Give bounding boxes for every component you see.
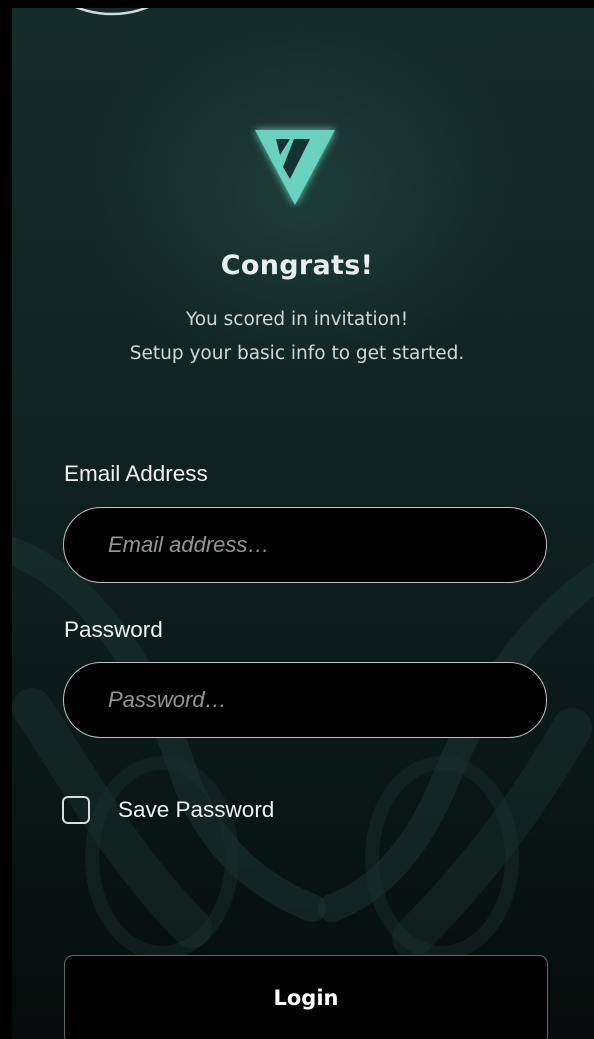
subtitle-line-2: Setup your basic info to get started.: [129, 343, 465, 364]
triangle-v-logo-icon: [255, 130, 335, 205]
password-label: Password: [64, 617, 163, 642]
save-password-label[interactable]: Save Password: [118, 797, 274, 823]
login-button[interactable]: Login: [64, 955, 548, 1039]
email-field[interactable]: [63, 507, 547, 583]
email-label: Email Address: [64, 461, 208, 486]
subtitle-line-1: You scored in invitation!: [185, 309, 409, 330]
login-screen: Congrats! You scored in invitation! Setu…: [0, 0, 594, 1039]
save-password-checkbox[interactable]: [62, 796, 90, 824]
login-button-label: Login: [273, 986, 339, 1010]
top-ring-decoration: [75, 8, 149, 16]
password-field[interactable]: [63, 662, 547, 738]
page-title: Congrats!: [220, 250, 374, 281]
